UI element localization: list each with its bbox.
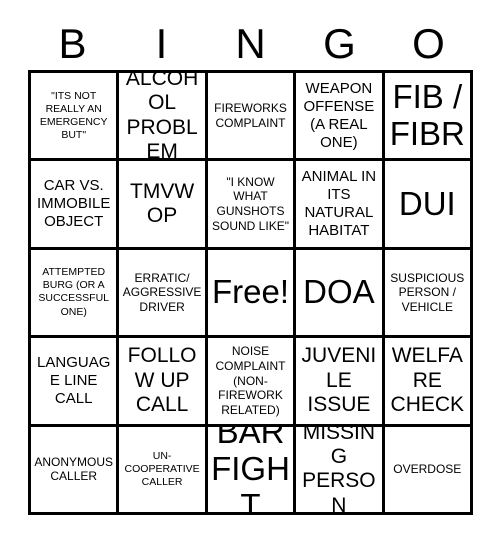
bingo-cell[interactable]: OVERDOSE <box>384 426 473 515</box>
bingo-cell[interactable]: ANIMAL IN ITS NATURAL HABITAT <box>296 161 385 250</box>
bingo-cell-label: MISSING PERSON <box>302 426 376 515</box>
bingo-cell[interactable]: WEAPON OFFENSE (A REAL ONE) <box>296 73 385 162</box>
bingo-cell-label: TMVWOP <box>130 179 195 228</box>
bingo-cell[interactable]: MISSING PERSON <box>296 426 385 515</box>
bingo-cell-label: LANGUAGE LINE CALL <box>37 353 111 407</box>
bingo-header-letter-n: N <box>235 20 266 67</box>
bingo-cell[interactable]: FOLLOW UP CALL <box>119 338 208 427</box>
bingo-cell[interactable]: FIB / FIBR <box>384 73 473 162</box>
bingo-cell[interactable]: "ITS NOT REALLY AN EMERGENCY BUT" <box>31 73 120 162</box>
bingo-cell-label: SUSPICIOUS PERSON / VEHICLE <box>390 270 465 314</box>
bingo-cell-label: DOA <box>303 273 375 311</box>
bingo-cell[interactable]: ATTEMPTED BURG (OR A SUCCESSFUL ONE) <box>31 249 120 339</box>
bingo-cell[interactable]: DUI <box>384 161 473 250</box>
bingo-cell-label: CAR VS. IMMOBILE OBJECT <box>37 177 111 231</box>
bingo-cell[interactable]: DOA <box>296 249 385 339</box>
bingo-cell-label: ERRATIC/ AGGRESSIVE DRIVER <box>122 270 202 314</box>
bingo-cell-label: BAR FIGHT <box>211 426 290 515</box>
bingo-cell-label: JUVENILE ISSUE <box>301 344 377 417</box>
bingo-cell[interactable]: NOISE COMPLAINT (NON-FIREWORK RELATED) <box>207 338 297 427</box>
bingo-cell[interactable]: ERRATIC/ AGGRESSIVE DRIVER <box>119 249 208 339</box>
bingo-free-space-cell[interactable]: Free! <box>207 249 297 339</box>
bingo-cell[interactable]: FIREWORKS COMPLAINT <box>207 73 297 162</box>
bingo-cell-label: WELFARE CHECK <box>390 344 465 417</box>
bingo-cell[interactable]: SUSPICIOUS PERSON / VEHICLE <box>384 249 473 339</box>
bingo-cell[interactable]: TMVWOP <box>119 161 208 250</box>
bingo-cell[interactable]: JUVENILE ISSUE <box>296 338 385 427</box>
bingo-cell[interactable]: CAR VS. IMMOBILE OBJECT <box>31 161 120 250</box>
bingo-cell-label: FIREWORKS COMPLAINT <box>214 101 287 130</box>
bingo-header-letter-o: O <box>412 20 445 67</box>
bingo-cell-label: ALCOHOL PROBLEM <box>125 73 199 162</box>
bingo-cell-label: UN-COOPERATIVE CALLER <box>124 449 200 488</box>
bingo-cell-label: "ITS NOT REALLY AN EMERGENCY BUT" <box>39 89 108 141</box>
bingo-cell[interactable]: BAR FIGHT <box>207 426 297 515</box>
bingo-cell[interactable]: UN-COOPERATIVE CALLER <box>119 426 208 515</box>
bingo-cell[interactable]: LANGUAGE LINE CALL <box>31 338 120 427</box>
bingo-header-letter-b: B <box>58 20 87 67</box>
bingo-cell-label: NOISE COMPLAINT (NON-FIREWORK RELATED) <box>215 344 286 417</box>
bingo-cell[interactable]: ALCOHOL PROBLEM <box>119 73 208 162</box>
bingo-cell[interactable]: ANONYMOUS CALLER <box>31 426 120 515</box>
bingo-cell-label: ANONYMOUS CALLER <box>34 454 114 484</box>
bingo-cell[interactable]: "I KNOW WHAT GUNSHOTS SOUND LIKE" <box>207 161 297 250</box>
bingo-cell-label: WEAPON OFFENSE (A REAL ONE) <box>303 79 375 151</box>
bingo-cell-label: OVERDOSE <box>393 461 462 476</box>
bingo-header-row: BINGO <box>28 20 473 68</box>
bingo-cell-label: FOLLOW UP CALL <box>127 344 197 417</box>
bingo-card: B I N G O "ITS NOT REALLY AN EMERGENCY BUT" A… <box>0 0 501 544</box>
bingo-cell[interactable]: WELFARE CHECK <box>384 338 473 427</box>
bingo-cell-label: Free! <box>211 273 289 311</box>
bingo-cell-label: ANIMAL IN ITS NATURAL HABITAT <box>301 168 377 240</box>
bingo-grid: "ITS NOT REALLY AN EMERGENCY BUT" ALCOHOL… <box>28 70 473 515</box>
bingo-header-letter-i: I <box>155 20 168 67</box>
bingo-header-letter-g: G <box>323 20 356 67</box>
bingo-cell-label: ATTEMPTED BURG (OR A SUCCESSFUL ONE) <box>38 266 109 318</box>
bingo-cell-label: "I KNOW WHAT GUNSHOTS SOUND LIKE" <box>212 174 289 233</box>
bingo-cell-label: DUI <box>398 184 456 222</box>
bingo-cell-label: FIB / FIBR <box>389 77 465 152</box>
